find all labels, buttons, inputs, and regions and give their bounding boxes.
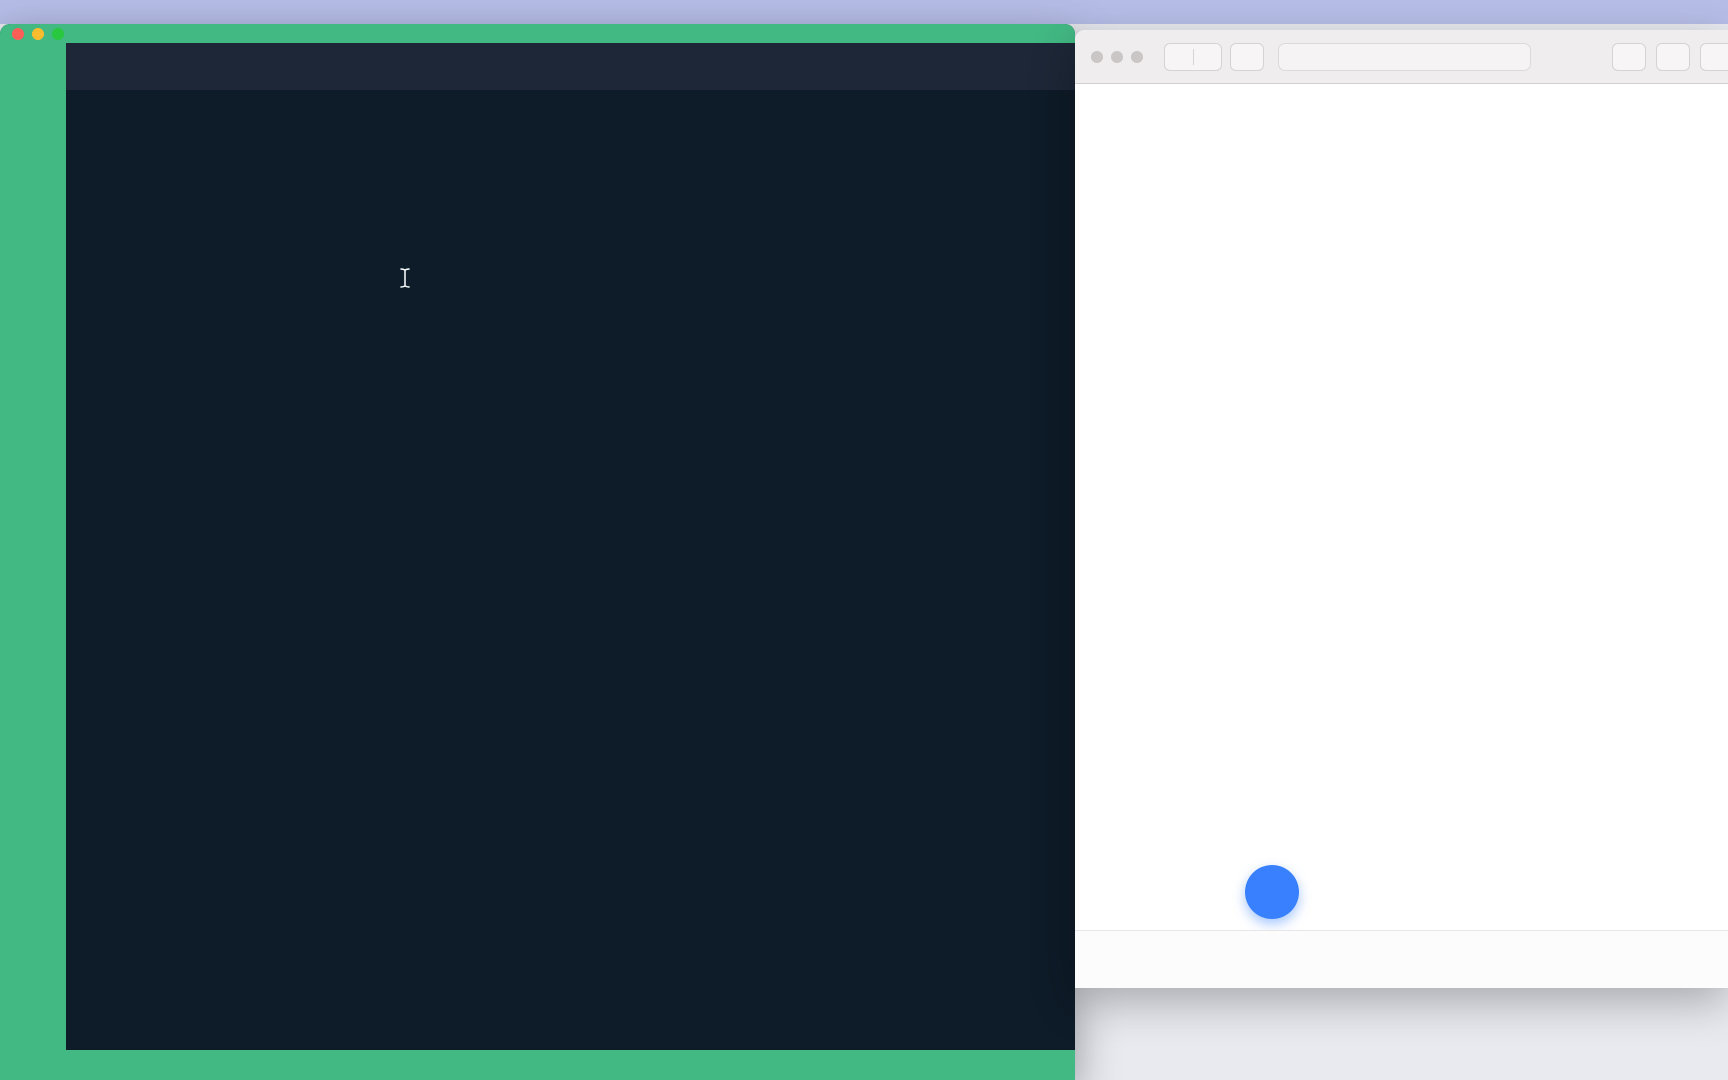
close-window-button[interactable]	[12, 28, 24, 40]
close-window-button[interactable]	[1091, 51, 1103, 63]
ion-tab-bar	[1075, 930, 1728, 988]
sidebar-button[interactable]	[1230, 43, 1264, 71]
code-editor[interactable]	[66, 118, 1075, 1050]
web-page-content	[1075, 84, 1728, 988]
minimize-window-button[interactable]	[32, 28, 44, 40]
mouse-cursor-ibeam	[398, 266, 412, 295]
safari-toolbar	[1075, 30, 1728, 84]
minimize-window-button[interactable]	[1111, 51, 1123, 63]
vscode-window	[0, 24, 1075, 1080]
zoom-window-button[interactable]	[52, 28, 64, 40]
vscode-title-bar[interactable]	[0, 24, 1075, 43]
macos-menu-bar	[0, 0, 1728, 24]
share-button[interactable]	[1612, 43, 1646, 71]
window-controls[interactable]	[12, 28, 64, 40]
address-bar[interactable]	[1278, 43, 1531, 71]
new-tab-button[interactable]	[1700, 43, 1728, 71]
safari-window	[1075, 30, 1728, 988]
nav-back-forward-group	[1164, 43, 1222, 71]
tab-overview-button[interactable]	[1656, 43, 1690, 71]
zoom-window-button[interactable]	[1131, 51, 1143, 63]
camera-fab-button[interactable]	[1245, 865, 1299, 919]
editor-tab-strip	[66, 43, 1075, 90]
safari-window-controls[interactable]	[1091, 51, 1143, 63]
status-bar	[0, 1050, 1075, 1080]
activity-bar	[0, 43, 66, 1050]
divider	[1193, 49, 1194, 65]
breadcrumb[interactable]	[66, 90, 1075, 118]
